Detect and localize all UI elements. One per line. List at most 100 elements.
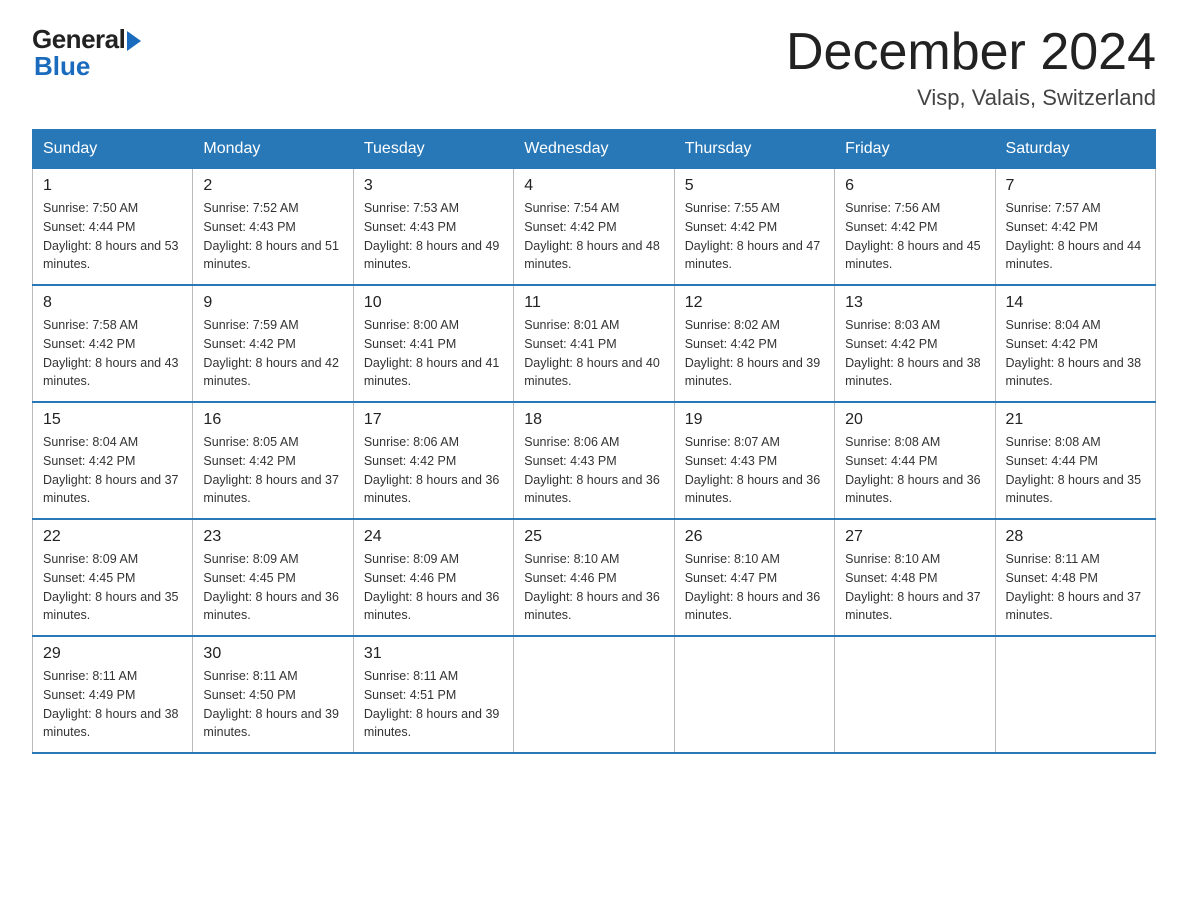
day-info: Sunrise: 7:55 AMSunset: 4:42 PMDaylight:…: [685, 199, 824, 274]
calendar-day-cell: 7Sunrise: 7:57 AMSunset: 4:42 PMDaylight…: [995, 169, 1155, 286]
calendar-day-cell: 29 Sunrise: 8:11 AMSunset: 4:49 PMDayligh…: [33, 636, 193, 753]
day-number: 12: [685, 294, 824, 312]
page-header: General Blue December 2024 Visp, Valais,…: [32, 24, 1156, 111]
day-number: 22: [43, 528, 182, 546]
calendar-day-cell: 3 Sunrise: 7:53 AMSunset: 4:43 PMDaylight…: [353, 169, 513, 286]
day-info: Sunrise: 7:50 AMSunset: 4:44 PMDaylight:…: [43, 199, 182, 274]
day-info: Sunrise: 8:09 AMSunset: 4:45 PMDaylight:…: [203, 550, 342, 625]
day-info: Sunrise: 8:10 AMSunset: 4:46 PMDaylight:…: [524, 550, 663, 625]
title-block: December 2024 Visp, Valais, Switzerland: [786, 24, 1156, 111]
calendar-day-header: Wednesday: [514, 130, 674, 169]
calendar-day-header: Tuesday: [353, 130, 513, 169]
calendar-week-row: 8 Sunrise: 7:58 AMSunset: 4:42 PMDaylight…: [33, 285, 1156, 402]
day-info: Sunrise: 8:04 AMSunset: 4:42 PMDaylight:…: [1006, 316, 1145, 391]
day-info: Sunrise: 8:09 AMSunset: 4:45 PMDaylight:…: [43, 550, 182, 625]
day-number: 25: [524, 528, 663, 546]
calendar-week-row: 29 Sunrise: 8:11 AMSunset: 4:49 PMDayligh…: [33, 636, 1156, 753]
day-number: 8: [43, 294, 182, 312]
day-number: 15: [43, 411, 182, 429]
day-number: 31: [364, 645, 503, 663]
day-number: 4: [524, 177, 663, 195]
calendar-day-cell: 27 Sunrise: 8:10 AMSunset: 4:48 PMDayligh…: [835, 519, 995, 636]
day-number: 27: [845, 528, 984, 546]
calendar-day-header: Saturday: [995, 130, 1155, 169]
calendar-week-row: 22 Sunrise: 8:09 AMSunset: 4:45 PMDayligh…: [33, 519, 1156, 636]
calendar-day-header: Sunday: [33, 130, 193, 169]
calendar-day-cell: 13 Sunrise: 8:03 AMSunset: 4:42 PMDayligh…: [835, 285, 995, 402]
calendar-day-cell: 17Sunrise: 8:06 AMSunset: 4:42 PMDayligh…: [353, 402, 513, 519]
day-number: 29: [43, 645, 182, 663]
calendar-day-cell: 15 Sunrise: 8:04 AMSunset: 4:42 PMDayligh…: [33, 402, 193, 519]
calendar-day-cell: [995, 636, 1155, 753]
day-number: 9: [203, 294, 342, 312]
calendar-day-cell: 11 Sunrise: 8:01 AMSunset: 4:41 PMDayligh…: [514, 285, 674, 402]
calendar-day-cell: 4 Sunrise: 7:54 AMSunset: 4:42 PMDaylight…: [514, 169, 674, 286]
calendar-day-cell: 8 Sunrise: 7:58 AMSunset: 4:42 PMDaylight…: [33, 285, 193, 402]
calendar-day-cell: 22 Sunrise: 8:09 AMSunset: 4:45 PMDayligh…: [33, 519, 193, 636]
day-number: 2: [203, 177, 342, 195]
calendar-day-cell: 12 Sunrise: 8:02 AMSunset: 4:42 PMDayligh…: [674, 285, 834, 402]
day-number: 6: [845, 177, 984, 195]
day-info: Sunrise: 8:07 AMSunset: 4:43 PMDaylight:…: [685, 433, 824, 508]
calendar-day-cell: 23 Sunrise: 8:09 AMSunset: 4:45 PMDayligh…: [193, 519, 353, 636]
day-number: 7: [1006, 177, 1145, 195]
day-number: 13: [845, 294, 984, 312]
day-info: Sunrise: 8:08 AMSunset: 4:44 PMDaylight:…: [845, 433, 984, 508]
logo: General Blue: [32, 24, 141, 82]
day-info: Sunrise: 8:09 AMSunset: 4:46 PMDaylight:…: [364, 550, 503, 625]
calendar-day-cell: 18 Sunrise: 8:06 AMSunset: 4:43 PMDayligh…: [514, 402, 674, 519]
day-number: 11: [524, 294, 663, 312]
day-number: 23: [203, 528, 342, 546]
logo-arrow-icon: [127, 31, 141, 51]
day-info: Sunrise: 8:03 AMSunset: 4:42 PMDaylight:…: [845, 316, 984, 391]
calendar-day-cell: [674, 636, 834, 753]
day-info: Sunrise: 8:04 AMSunset: 4:42 PMDaylight:…: [43, 433, 182, 508]
calendar-week-row: 1Sunrise: 7:50 AMSunset: 4:44 PMDaylight…: [33, 169, 1156, 286]
day-number: 21: [1006, 411, 1145, 429]
calendar-day-cell: 20 Sunrise: 8:08 AMSunset: 4:44 PMDayligh…: [835, 402, 995, 519]
calendar-day-cell: 14 Sunrise: 8:04 AMSunset: 4:42 PMDayligh…: [995, 285, 1155, 402]
day-info: Sunrise: 8:01 AMSunset: 4:41 PMDaylight:…: [524, 316, 663, 391]
logo-blue-text: Blue: [34, 51, 90, 82]
calendar-week-row: 15 Sunrise: 8:04 AMSunset: 4:42 PMDayligh…: [33, 402, 1156, 519]
day-number: 24: [364, 528, 503, 546]
calendar-day-cell: [514, 636, 674, 753]
day-number: 30: [203, 645, 342, 663]
day-info: Sunrise: 8:06 AMSunset: 4:42 PMDaylight:…: [364, 433, 503, 508]
calendar-day-cell: 21 Sunrise: 8:08 AMSunset: 4:44 PMDayligh…: [995, 402, 1155, 519]
day-info: Sunrise: 8:10 AMSunset: 4:48 PMDaylight:…: [845, 550, 984, 625]
calendar-location: Visp, Valais, Switzerland: [786, 85, 1156, 111]
day-info: Sunrise: 8:02 AMSunset: 4:42 PMDaylight:…: [685, 316, 824, 391]
calendar-header-row: SundayMondayTuesdayWednesdayThursdayFrid…: [33, 130, 1156, 169]
day-number: 20: [845, 411, 984, 429]
calendar-day-cell: 10Sunrise: 8:00 AMSunset: 4:41 PMDayligh…: [353, 285, 513, 402]
calendar-day-cell: 2 Sunrise: 7:52 AMSunset: 4:43 PMDaylight…: [193, 169, 353, 286]
calendar-day-cell: 26Sunrise: 8:10 AMSunset: 4:47 PMDayligh…: [674, 519, 834, 636]
day-info: Sunrise: 7:58 AMSunset: 4:42 PMDaylight:…: [43, 316, 182, 391]
day-number: 3: [364, 177, 503, 195]
day-info: Sunrise: 8:00 AMSunset: 4:41 PMDaylight:…: [364, 316, 503, 391]
day-info: Sunrise: 8:08 AMSunset: 4:44 PMDaylight:…: [1006, 433, 1145, 508]
day-info: Sunrise: 8:11 AMSunset: 4:50 PMDaylight:…: [203, 667, 342, 742]
day-number: 14: [1006, 294, 1145, 312]
day-number: 16: [203, 411, 342, 429]
calendar-day-header: Monday: [193, 130, 353, 169]
calendar-day-header: Friday: [835, 130, 995, 169]
calendar-day-cell: 28Sunrise: 8:11 AMSunset: 4:48 PMDayligh…: [995, 519, 1155, 636]
calendar-title: December 2024: [786, 24, 1156, 81]
day-info: Sunrise: 7:59 AMSunset: 4:42 PMDaylight:…: [203, 316, 342, 391]
calendar-day-cell: 6Sunrise: 7:56 AMSunset: 4:42 PMDaylight…: [835, 169, 995, 286]
day-info: Sunrise: 7:53 AMSunset: 4:43 PMDaylight:…: [364, 199, 503, 274]
day-info: Sunrise: 8:05 AMSunset: 4:42 PMDaylight:…: [203, 433, 342, 508]
calendar-day-cell: 25 Sunrise: 8:10 AMSunset: 4:46 PMDayligh…: [514, 519, 674, 636]
calendar-day-cell: 9 Sunrise: 7:59 AMSunset: 4:42 PMDaylight…: [193, 285, 353, 402]
day-number: 18: [524, 411, 663, 429]
calendar-day-cell: 19Sunrise: 8:07 AMSunset: 4:43 PMDayligh…: [674, 402, 834, 519]
day-info: Sunrise: 7:52 AMSunset: 4:43 PMDaylight:…: [203, 199, 342, 274]
day-info: Sunrise: 8:06 AMSunset: 4:43 PMDaylight:…: [524, 433, 663, 508]
calendar-day-cell: 1Sunrise: 7:50 AMSunset: 4:44 PMDaylight…: [33, 169, 193, 286]
day-info: Sunrise: 8:11 AMSunset: 4:49 PMDaylight:…: [43, 667, 182, 742]
day-info: Sunrise: 7:54 AMSunset: 4:42 PMDaylight:…: [524, 199, 663, 274]
day-info: Sunrise: 8:10 AMSunset: 4:47 PMDaylight:…: [685, 550, 824, 625]
calendar-day-cell: [835, 636, 995, 753]
